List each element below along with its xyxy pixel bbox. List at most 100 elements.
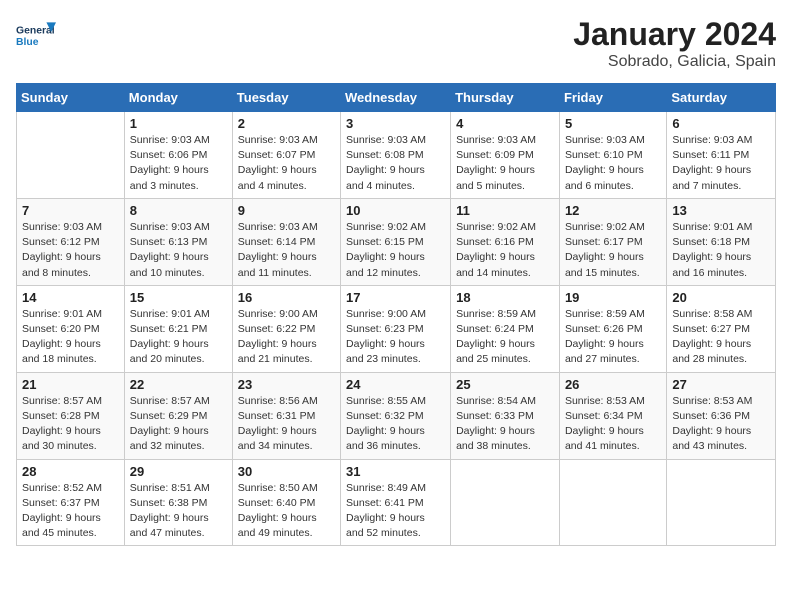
week-row-1: 1 Sunrise: 9:03 AMSunset: 6:06 PMDaylight… bbox=[17, 112, 776, 199]
day-number: 15 bbox=[130, 290, 227, 305]
day-cell: 6 Sunrise: 9:03 AMSunset: 6:11 PMDaylight… bbox=[667, 112, 776, 199]
day-detail: Sunrise: 9:03 AMSunset: 6:14 PMDaylight:… bbox=[238, 220, 335, 281]
day-cell: 26 Sunrise: 8:53 AMSunset: 6:34 PMDayligh… bbox=[559, 372, 666, 459]
day-detail: Sunrise: 9:01 AMSunset: 6:21 PMDaylight:… bbox=[130, 307, 227, 368]
day-cell bbox=[559, 459, 666, 546]
day-number: 23 bbox=[238, 377, 335, 392]
day-detail: Sunrise: 9:01 AMSunset: 6:20 PMDaylight:… bbox=[22, 307, 119, 368]
day-number: 19 bbox=[565, 290, 661, 305]
svg-text:Blue: Blue bbox=[16, 37, 39, 48]
day-cell: 29 Sunrise: 8:51 AMSunset: 6:38 PMDayligh… bbox=[124, 459, 232, 546]
col-header-friday: Friday bbox=[559, 84, 666, 112]
day-number: 21 bbox=[22, 377, 119, 392]
day-number: 13 bbox=[672, 203, 770, 218]
day-detail: Sunrise: 9:03 AMSunset: 6:06 PMDaylight:… bbox=[130, 133, 227, 194]
day-number: 20 bbox=[672, 290, 770, 305]
col-header-saturday: Saturday bbox=[667, 84, 776, 112]
day-cell: 17 Sunrise: 9:00 AMSunset: 6:23 PMDayligh… bbox=[341, 285, 451, 372]
day-cell: 30 Sunrise: 8:50 AMSunset: 6:40 PMDayligh… bbox=[232, 459, 340, 546]
day-cell: 25 Sunrise: 8:54 AMSunset: 6:33 PMDayligh… bbox=[451, 372, 560, 459]
day-detail: Sunrise: 8:59 AMSunset: 6:24 PMDaylight:… bbox=[456, 307, 554, 368]
day-detail: Sunrise: 9:03 AMSunset: 6:12 PMDaylight:… bbox=[22, 220, 119, 281]
day-number: 24 bbox=[346, 377, 445, 392]
day-detail: Sunrise: 9:02 AMSunset: 6:16 PMDaylight:… bbox=[456, 220, 554, 281]
day-number: 28 bbox=[22, 464, 119, 479]
day-number: 4 bbox=[456, 116, 554, 131]
col-header-sunday: Sunday bbox=[17, 84, 125, 112]
day-cell: 7 Sunrise: 9:03 AMSunset: 6:12 PMDaylight… bbox=[17, 198, 125, 285]
col-header-wednesday: Wednesday bbox=[341, 84, 451, 112]
day-detail: Sunrise: 9:02 AMSunset: 6:15 PMDaylight:… bbox=[346, 220, 445, 281]
day-detail: Sunrise: 9:03 AMSunset: 6:07 PMDaylight:… bbox=[238, 133, 335, 194]
calendar-subtitle: Sobrado, Galicia, Spain bbox=[573, 53, 776, 71]
day-cell: 27 Sunrise: 8:53 AMSunset: 6:36 PMDayligh… bbox=[667, 372, 776, 459]
day-number: 6 bbox=[672, 116, 770, 131]
day-detail: Sunrise: 8:57 AMSunset: 6:29 PMDaylight:… bbox=[130, 394, 227, 455]
day-cell: 23 Sunrise: 8:56 AMSunset: 6:31 PMDayligh… bbox=[232, 372, 340, 459]
day-detail: Sunrise: 9:03 AMSunset: 6:11 PMDaylight:… bbox=[672, 133, 770, 194]
day-cell: 20 Sunrise: 8:58 AMSunset: 6:27 PMDayligh… bbox=[667, 285, 776, 372]
day-number: 31 bbox=[346, 464, 445, 479]
day-number: 27 bbox=[672, 377, 770, 392]
day-detail: Sunrise: 8:59 AMSunset: 6:26 PMDaylight:… bbox=[565, 307, 661, 368]
day-number: 16 bbox=[238, 290, 335, 305]
day-detail: Sunrise: 8:51 AMSunset: 6:38 PMDaylight:… bbox=[130, 481, 227, 542]
day-detail: Sunrise: 8:50 AMSunset: 6:40 PMDaylight:… bbox=[238, 481, 335, 542]
day-cell: 31Sunrise: 8:49 AMSunset: 6:41 PMDayligh… bbox=[341, 459, 451, 546]
day-cell: 28 Sunrise: 8:52 AMSunset: 6:37 PMDayligh… bbox=[17, 459, 125, 546]
day-detail: Sunrise: 8:54 AMSunset: 6:33 PMDaylight:… bbox=[456, 394, 554, 455]
day-detail: Sunrise: 8:58 AMSunset: 6:27 PMDaylight:… bbox=[672, 307, 770, 368]
day-cell: 16 Sunrise: 9:00 AMSunset: 6:22 PMDayligh… bbox=[232, 285, 340, 372]
day-number: 22 bbox=[130, 377, 227, 392]
day-cell: 21Sunrise: 8:57 AMSunset: 6:28 PMDayligh… bbox=[17, 372, 125, 459]
day-number: 8 bbox=[130, 203, 227, 218]
day-cell: 9Sunrise: 9:03 AMSunset: 6:14 PMDaylight… bbox=[232, 198, 340, 285]
day-cell: 5 Sunrise: 9:03 AMSunset: 6:10 PMDaylight… bbox=[559, 112, 666, 199]
day-number: 5 bbox=[565, 116, 661, 131]
day-number: 25 bbox=[456, 377, 554, 392]
day-detail: Sunrise: 8:53 AMSunset: 6:36 PMDaylight:… bbox=[672, 394, 770, 455]
day-detail: Sunrise: 9:00 AMSunset: 6:23 PMDaylight:… bbox=[346, 307, 445, 368]
day-cell: 11Sunrise: 9:02 AMSunset: 6:16 PMDayligh… bbox=[451, 198, 560, 285]
day-detail: Sunrise: 9:01 AMSunset: 6:18 PMDaylight:… bbox=[672, 220, 770, 281]
logo-icon: General Blue bbox=[16, 16, 56, 56]
day-number: 1 bbox=[130, 116, 227, 131]
day-detail: Sunrise: 8:55 AMSunset: 6:32 PMDaylight:… bbox=[346, 394, 445, 455]
day-number: 17 bbox=[346, 290, 445, 305]
day-cell bbox=[667, 459, 776, 546]
col-header-thursday: Thursday bbox=[451, 84, 560, 112]
day-detail: Sunrise: 9:00 AMSunset: 6:22 PMDaylight:… bbox=[238, 307, 335, 368]
col-header-monday: Monday bbox=[124, 84, 232, 112]
day-number: 10 bbox=[346, 203, 445, 218]
day-detail: Sunrise: 8:56 AMSunset: 6:31 PMDaylight:… bbox=[238, 394, 335, 455]
day-detail: Sunrise: 9:03 AMSunset: 6:09 PMDaylight:… bbox=[456, 133, 554, 194]
day-detail: Sunrise: 9:02 AMSunset: 6:17 PMDaylight:… bbox=[565, 220, 661, 281]
day-cell: 24 Sunrise: 8:55 AMSunset: 6:32 PMDayligh… bbox=[341, 372, 451, 459]
day-cell: 2Sunrise: 9:03 AMSunset: 6:07 PMDaylight… bbox=[232, 112, 340, 199]
day-detail: Sunrise: 9:03 AMSunset: 6:13 PMDaylight:… bbox=[130, 220, 227, 281]
day-number: 29 bbox=[130, 464, 227, 479]
day-cell bbox=[451, 459, 560, 546]
week-row-5: 28 Sunrise: 8:52 AMSunset: 6:37 PMDayligh… bbox=[17, 459, 776, 546]
calendar-table: SundayMondayTuesdayWednesdayThursdayFrid… bbox=[16, 83, 776, 546]
day-cell: 8 Sunrise: 9:03 AMSunset: 6:13 PMDaylight… bbox=[124, 198, 232, 285]
day-number: 30 bbox=[238, 464, 335, 479]
day-detail: Sunrise: 8:53 AMSunset: 6:34 PMDaylight:… bbox=[565, 394, 661, 455]
calendar-title: January 2024 bbox=[573, 16, 776, 53]
day-cell: 3Sunrise: 9:03 AMSunset: 6:08 PMDaylight… bbox=[341, 112, 451, 199]
day-detail: Sunrise: 8:52 AMSunset: 6:37 PMDaylight:… bbox=[22, 481, 119, 542]
logo: General Blue bbox=[16, 16, 60, 56]
week-row-4: 21Sunrise: 8:57 AMSunset: 6:28 PMDayligh… bbox=[17, 372, 776, 459]
day-cell bbox=[17, 112, 125, 199]
week-row-2: 7 Sunrise: 9:03 AMSunset: 6:12 PMDaylight… bbox=[17, 198, 776, 285]
day-number: 18 bbox=[456, 290, 554, 305]
col-header-tuesday: Tuesday bbox=[232, 84, 340, 112]
day-cell: 13 Sunrise: 9:01 AMSunset: 6:18 PMDayligh… bbox=[667, 198, 776, 285]
day-number: 26 bbox=[565, 377, 661, 392]
day-number: 7 bbox=[22, 203, 119, 218]
day-cell: 18 Sunrise: 8:59 AMSunset: 6:24 PMDayligh… bbox=[451, 285, 560, 372]
day-detail: Sunrise: 9:03 AMSunset: 6:08 PMDaylight:… bbox=[346, 133, 445, 194]
day-cell: 1 Sunrise: 9:03 AMSunset: 6:06 PMDaylight… bbox=[124, 112, 232, 199]
day-cell: 14Sunrise: 9:01 AMSunset: 6:20 PMDayligh… bbox=[17, 285, 125, 372]
day-detail: Sunrise: 9:03 AMSunset: 6:10 PMDaylight:… bbox=[565, 133, 661, 194]
